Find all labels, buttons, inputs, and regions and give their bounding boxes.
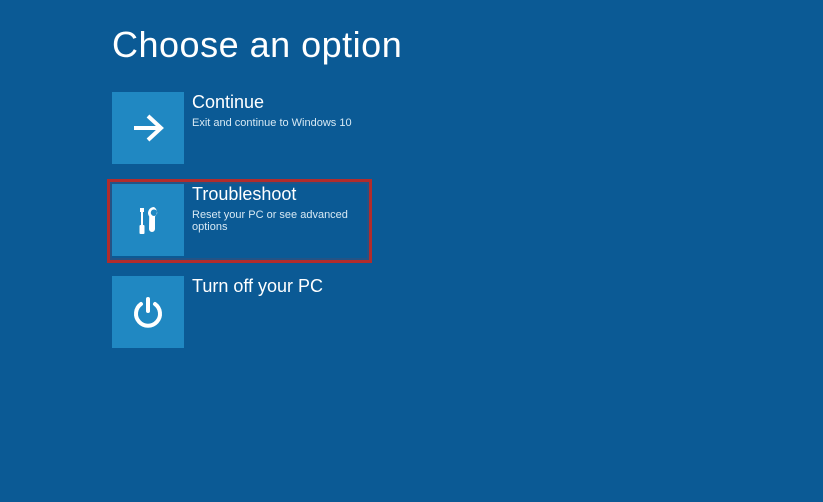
choose-option-screen: Choose an option Continue Exit and conti… [0,0,823,350]
troubleshoot-label-block: Troubleshoot Reset your PC or see advanc… [184,184,367,233]
turnoff-option[interactable]: Turn off your PC [112,276,367,350]
continue-option[interactable]: Continue Exit and continue to Windows 10 [112,92,367,166]
turnoff-label-block: Turn off your PC [184,276,323,301]
troubleshoot-option[interactable]: Troubleshoot Reset your PC or see advanc… [112,184,367,258]
turnoff-title: Turn off your PC [192,276,323,298]
troubleshoot-subtitle: Reset your PC or see advanced options [192,209,367,233]
troubleshoot-title: Troubleshoot [192,184,367,206]
tools-icon [112,184,184,256]
continue-label-block: Continue Exit and continue to Windows 10 [184,92,352,129]
power-icon [112,276,184,348]
page-title: Choose an option [112,24,823,66]
arrow-right-icon [112,92,184,164]
continue-title: Continue [192,92,352,114]
continue-subtitle: Exit and continue to Windows 10 [192,117,352,129]
